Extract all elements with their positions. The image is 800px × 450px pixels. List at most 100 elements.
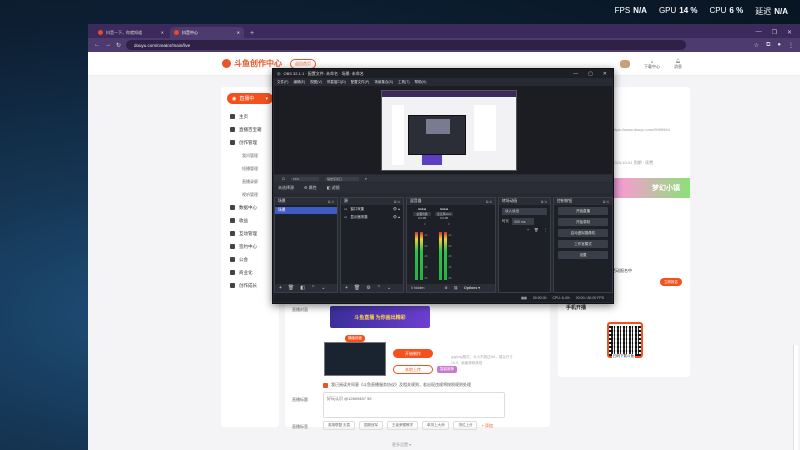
- sidebar-item[interactable]: 视听管理: [221, 188, 279, 201]
- dock-menu-icon[interactable]: ⧉ ✕: [394, 200, 403, 204]
- remove-transition-icon[interactable]: 🗑︎: [534, 228, 538, 232]
- dock-menu-icon[interactable]: ⧉ ✕: [486, 200, 495, 204]
- obs-menu-item[interactable]: 工具(T): [398, 80, 409, 85]
- link-icon[interactable]: ⛓︎: [454, 286, 458, 290]
- source-settings-icon[interactable]: ⚙: [366, 285, 370, 291]
- sidebar-item[interactable]: 直播百宝箱: [221, 123, 279, 136]
- close-tab-icon[interactable]: ✕: [237, 30, 240, 35]
- menu-icon[interactable]: ⋮: [788, 42, 794, 49]
- minimize-button[interactable]: —: [756, 29, 762, 36]
- messages-button[interactable]: 🔔︎ 消息: [674, 58, 682, 70]
- star-icon[interactable]: ☆: [754, 42, 759, 49]
- home-button[interactable]: 返回首页: [290, 58, 316, 69]
- move-up-icon[interactable]: ⌃: [311, 285, 315, 291]
- dock-menu-icon[interactable]: ⧉ ✕: [603, 200, 612, 204]
- upload-cover-button[interactable]: 本地上传: [393, 365, 433, 374]
- close-tab-icon[interactable]: ✕: [161, 30, 164, 35]
- sidebar-item[interactable]: 短播管理: [221, 162, 279, 175]
- tag-chip[interactable]: 国服冠军: [358, 421, 383, 430]
- dock-menu-icon[interactable]: ⧉ ✕: [328, 200, 337, 204]
- move-up-icon[interactable]: ⌃: [377, 285, 381, 291]
- tag-chip[interactable]: 单排上大师: [421, 421, 450, 430]
- new-tab-button[interactable]: +: [246, 30, 258, 38]
- sidebar-item[interactable]: 公会: [221, 253, 279, 266]
- obs-control-button[interactable]: 开始录制: [558, 218, 608, 226]
- sidebar-item[interactable]: 数据中心: [221, 201, 279, 214]
- move-down-icon[interactable]: ⌄: [321, 285, 325, 291]
- chevron-down-icon[interactable]: ▾: [365, 177, 367, 181]
- browser-tab[interactable]: 抖音一下，你就知道 ✕: [94, 27, 168, 38]
- meter-mic[interactable]: 0 -10 -20 -30 -45 -60: [439, 223, 451, 280]
- more-icon[interactable]: ⋮: [544, 228, 548, 232]
- promo-banner[interactable]: 斗鱼直播 为你画出精彩: [330, 306, 430, 328]
- obs-menu-item[interactable]: 文件(F): [277, 80, 288, 85]
- properties-button[interactable]: ⚙ 属性: [304, 185, 317, 191]
- sidebar-item[interactable]: 签约中心: [221, 240, 279, 253]
- cover-thumbnail[interactable]: [324, 342, 386, 376]
- duration-input[interactable]: 300 ms: [512, 218, 534, 225]
- sidebar-item[interactable]: 主页: [221, 110, 279, 123]
- obs-menu-item[interactable]: 场景集合(S): [374, 80, 393, 85]
- options-button[interactable]: Options ▾: [464, 286, 480, 290]
- agree-checkbox[interactable]: 我已阅读并同意《斗鱼直播服务协议》及相关规则，若出现违规将按照规则处理: [323, 382, 471, 388]
- obs-menu-item[interactable]: 帮助(H): [415, 80, 427, 85]
- forward-icon[interactable]: →: [105, 42, 111, 48]
- tag-chip[interactable]: 英雄联盟 无畏: [323, 421, 355, 430]
- sidebar-item[interactable]: 直播录屏: [221, 175, 279, 188]
- sidebar-item[interactable]: 商业化: [221, 266, 279, 279]
- tag-chip[interactable]: 王者荣耀教学: [386, 421, 418, 430]
- maximize-button[interactable]: ❐: [772, 29, 777, 36]
- scale-select[interactable]: 缩放至窗口: [324, 176, 359, 181]
- download-center-button[interactable]: ⤓ 下载中心: [644, 58, 660, 70]
- signup-button[interactable]: 立即报名: [660, 278, 682, 286]
- source-item[interactable]: ▭ 显示器采集 👁︎ 🔒︎: [341, 213, 403, 221]
- move-down-icon[interactable]: ⌄: [387, 285, 391, 291]
- url-input[interactable]: douyu.com/creator/main/live: [126, 40, 687, 50]
- obs-control-button[interactable]: 启动虚拟摄像机: [558, 229, 608, 237]
- meter-desktop[interactable]: 0 -10 -20 -30 -45 -60: [415, 223, 427, 280]
- obs-menu-item[interactable]: 停靠窗口(D): [327, 80, 346, 85]
- add-transition-icon[interactable]: +: [527, 228, 529, 232]
- obs-control-button[interactable]: 开始直播: [558, 207, 608, 215]
- obs-menu-item[interactable]: 视图(V): [310, 80, 322, 85]
- sidebar-item[interactable]: 互动管理: [221, 227, 279, 240]
- make-cover-button[interactable]: 开始制作: [393, 349, 433, 358]
- mixer-settings-icon[interactable]: ⚙: [444, 286, 447, 290]
- filters-button[interactable]: ◧ 滤镜: [327, 185, 340, 191]
- add-tag-link[interactable]: + 添加: [481, 423, 492, 429]
- obs-menu-item[interactable]: 编辑(E): [293, 80, 305, 85]
- obs-close-button[interactable]: ✕: [603, 71, 607, 77]
- obs-menu-item[interactable]: 配置文件(P): [351, 80, 370, 85]
- sidebar-item[interactable]: 创作成长: [221, 279, 279, 292]
- profile-icon[interactable]: ●: [777, 42, 781, 49]
- title-input[interactable]: 好玩认识 @12809467 59: [323, 392, 505, 418]
- zoom-select[interactable]: 15%: [290, 176, 319, 181]
- sidebar-item[interactable]: 创作管理: [221, 136, 279, 149]
- sidebar-item[interactable]: 收益: [221, 214, 279, 227]
- obs-maximize-button[interactable]: ▢: [588, 71, 593, 77]
- remove-scene-icon[interactable]: 🗑︎: [288, 285, 294, 291]
- back-icon[interactable]: ←: [94, 42, 100, 48]
- scene-filters-icon[interactable]: ◧: [300, 285, 305, 291]
- more-settings-link[interactable]: 更多设置 ▾: [392, 442, 411, 448]
- obs-control-button[interactable]: 设置: [558, 251, 608, 259]
- source-item[interactable]: ▭ 窗口采集 👁︎ 🔒︎: [341, 205, 403, 213]
- obs-control-button[interactable]: 工作室模式: [558, 240, 608, 248]
- transition-select[interactable]: 淡入淡出: [502, 208, 547, 215]
- sidebar-item[interactable]: 我问管理: [221, 149, 279, 162]
- lock-icon[interactable]: ⊡: [282, 177, 285, 181]
- room-link[interactable]: https://www.douyu.com/9059964: [612, 127, 670, 132]
- remove-source-icon[interactable]: 🗑︎: [354, 285, 360, 291]
- scene-item[interactable]: 场景: [275, 207, 337, 214]
- tag-chip[interactable]: 排位上分: [453, 421, 478, 430]
- obs-minimize-button[interactable]: —: [573, 71, 578, 77]
- side-scroll-handle[interactable]: [793, 345, 798, 450]
- browser-tab-active[interactable]: 抖音中心 ✕: [170, 27, 244, 38]
- live-status-button[interactable]: ◉ 直播中 ▾: [227, 93, 273, 104]
- add-scene-icon[interactable]: +: [279, 285, 282, 291]
- obs-preview[interactable]: [274, 86, 612, 174]
- close-window-button[interactable]: ✕: [787, 29, 792, 36]
- avatar[interactable]: [620, 59, 630, 68]
- dock-menu-icon[interactable]: ⧉ ✕: [541, 200, 550, 204]
- extensions-icon[interactable]: ⧉: [766, 42, 770, 49]
